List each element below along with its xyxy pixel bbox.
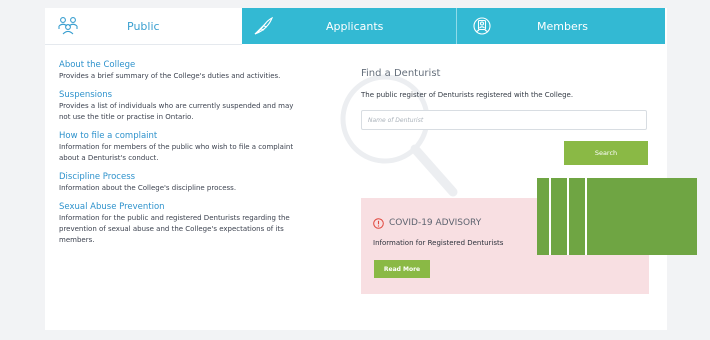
denturist-name-input[interactable]	[361, 110, 647, 130]
stripe-divider	[567, 178, 569, 255]
advisory-title: COVID-19 ADVISORY	[389, 218, 482, 228]
about-college-description: Provides a brief summary of the College'…	[59, 72, 281, 80]
link-item-abuse-prevention: Sexual Abuse Prevention Information for …	[59, 202, 299, 246]
suspensions-link[interactable]: Suspensions	[59, 90, 299, 101]
tab-label-applicants: Applicants	[326, 19, 384, 33]
search-button[interactable]: Search	[564, 141, 648, 165]
abuse-prevention-description: Information for the public and registere…	[59, 214, 290, 244]
green-overlay-block	[537, 178, 697, 255]
member-card-icon	[473, 17, 491, 35]
about-college-link[interactable]: About the College	[59, 60, 299, 71]
stripe-divider	[585, 178, 587, 255]
discipline-process-link[interactable]: Discipline Process	[59, 172, 299, 183]
magnifier-watermark-icon	[340, 74, 458, 197]
content-panel: Public Applicants Members About the Coll…	[45, 8, 667, 330]
link-item-about: About the College Provides a brief summa…	[59, 60, 299, 82]
alert-circle-icon	[373, 218, 384, 229]
advisory-text: Information for Registered Denturists	[373, 239, 504, 247]
link-item-complaint: How to file a complaint Information for …	[59, 131, 299, 164]
file-complaint-link[interactable]: How to file a complaint	[59, 131, 299, 142]
discipline-process-description: Information about the College's discipli…	[59, 184, 237, 192]
read-more-button[interactable]: Read More	[374, 260, 430, 278]
stripe-divider	[549, 178, 551, 255]
audience-tabs: Public Applicants Members	[45, 8, 665, 45]
people-group-icon	[58, 17, 78, 35]
link-item-discipline: Discipline Process Information about the…	[59, 172, 299, 194]
public-links-list: About the College Provides a brief summa…	[59, 60, 299, 254]
suspensions-description: Provides a list of individuals who are c…	[59, 102, 294, 121]
file-complaint-description: Information for members of the public wh…	[59, 143, 294, 162]
abuse-prevention-link[interactable]: Sexual Abuse Prevention	[59, 202, 299, 213]
tab-public[interactable]: Public	[45, 8, 242, 45]
tab-label-public: Public	[127, 19, 160, 33]
tab-applicants[interactable]: Applicants	[242, 8, 456, 44]
link-item-suspensions: Suspensions Provides a list of individua…	[59, 90, 299, 123]
tab-label-members: Members	[537, 19, 588, 33]
find-denturist-title: Find a Denturist	[361, 68, 441, 79]
quill-pen-icon	[254, 16, 274, 35]
tab-members[interactable]: Members	[456, 8, 665, 44]
find-denturist-description: The public register of Denturists regist…	[361, 91, 574, 99]
